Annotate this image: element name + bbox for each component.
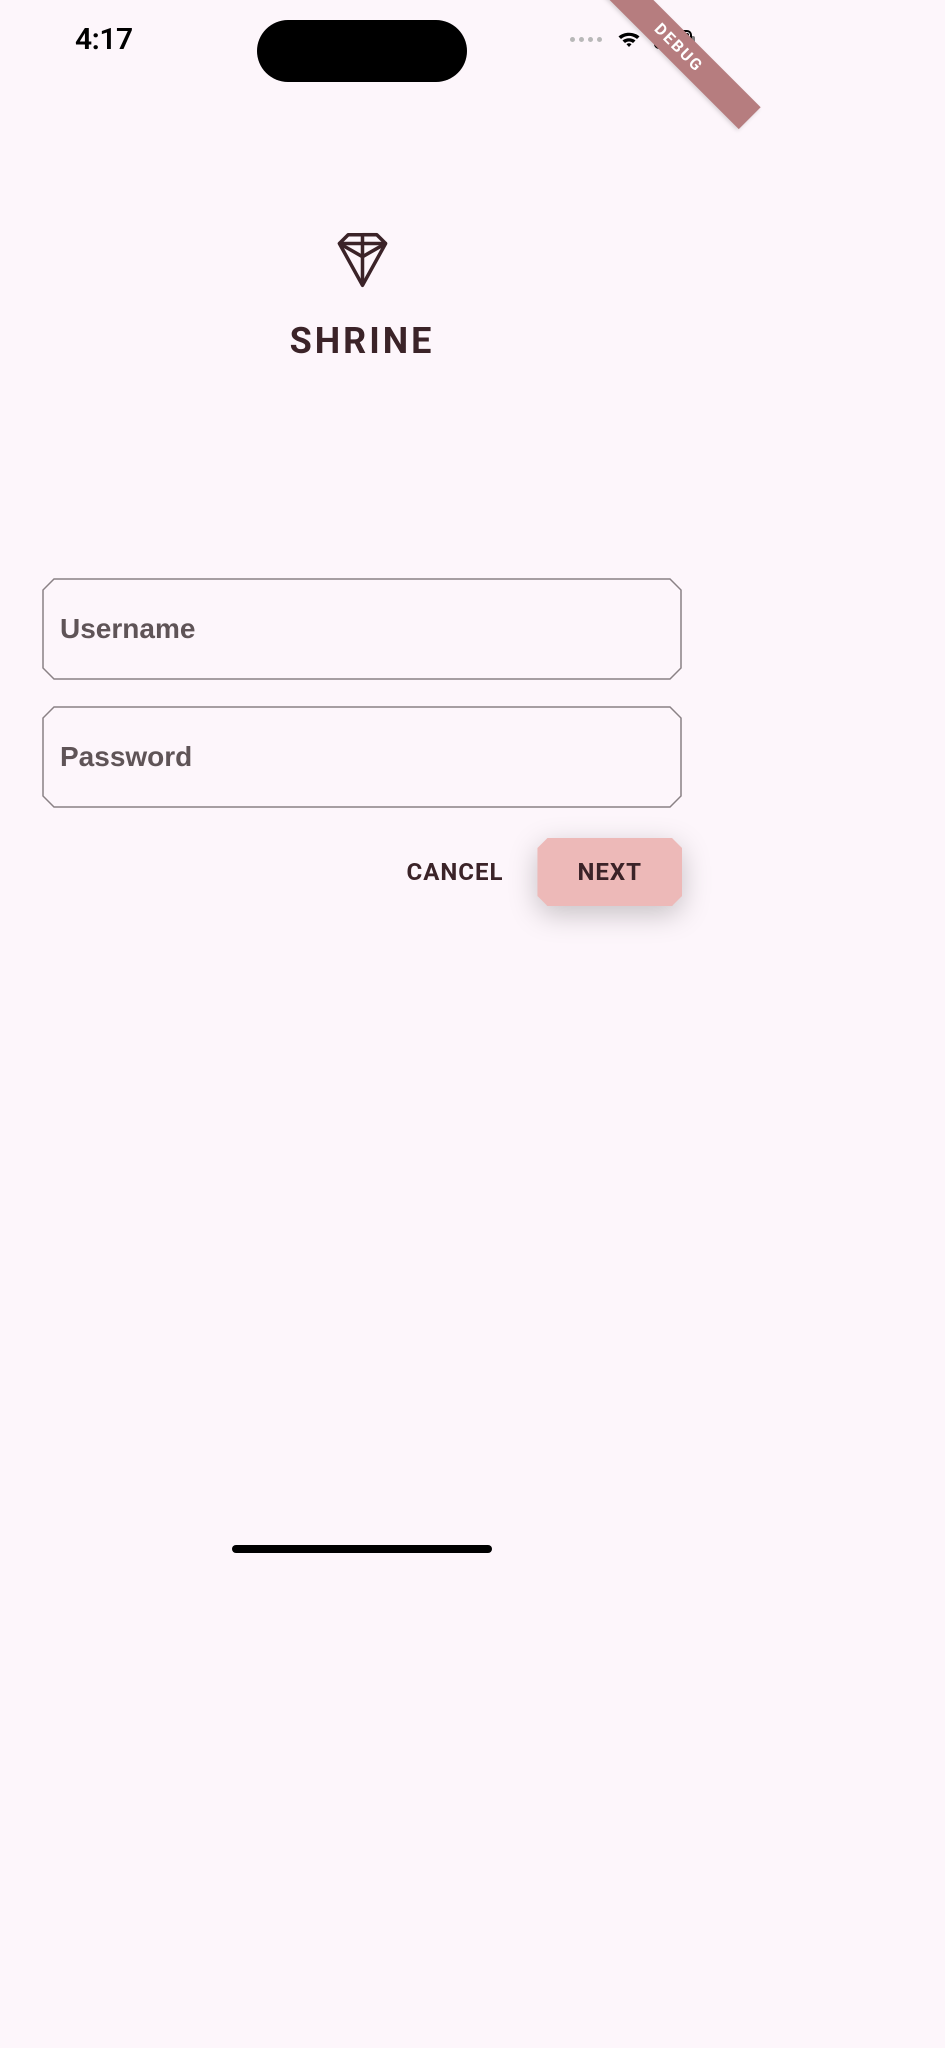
home-indicator: [232, 1545, 492, 1553]
password-input[interactable]: [42, 706, 682, 808]
username-field-wrap: [42, 578, 682, 680]
button-row: CANCEL NEXT: [42, 838, 682, 906]
logo: [42, 230, 682, 290]
status-time: 4:17: [75, 22, 133, 57]
login-form: CANCEL NEXT: [42, 578, 682, 906]
status-bar: 4:17: [0, 0, 724, 70]
next-button-wrap: NEXT: [537, 838, 682, 906]
device-notch: [257, 20, 467, 82]
next-button[interactable]: NEXT: [537, 838, 682, 906]
wifi-icon: [616, 29, 642, 49]
diamond-icon: [335, 230, 390, 290]
cancel-button[interactable]: CANCEL: [393, 840, 518, 904]
password-field-wrap: [42, 706, 682, 808]
signal-dots-icon: [570, 37, 602, 42]
app-title: SHRINE: [42, 320, 682, 362]
login-screen: SHRINE CANCEL NEXT: [0, 230, 724, 906]
username-input[interactable]: [42, 578, 682, 680]
